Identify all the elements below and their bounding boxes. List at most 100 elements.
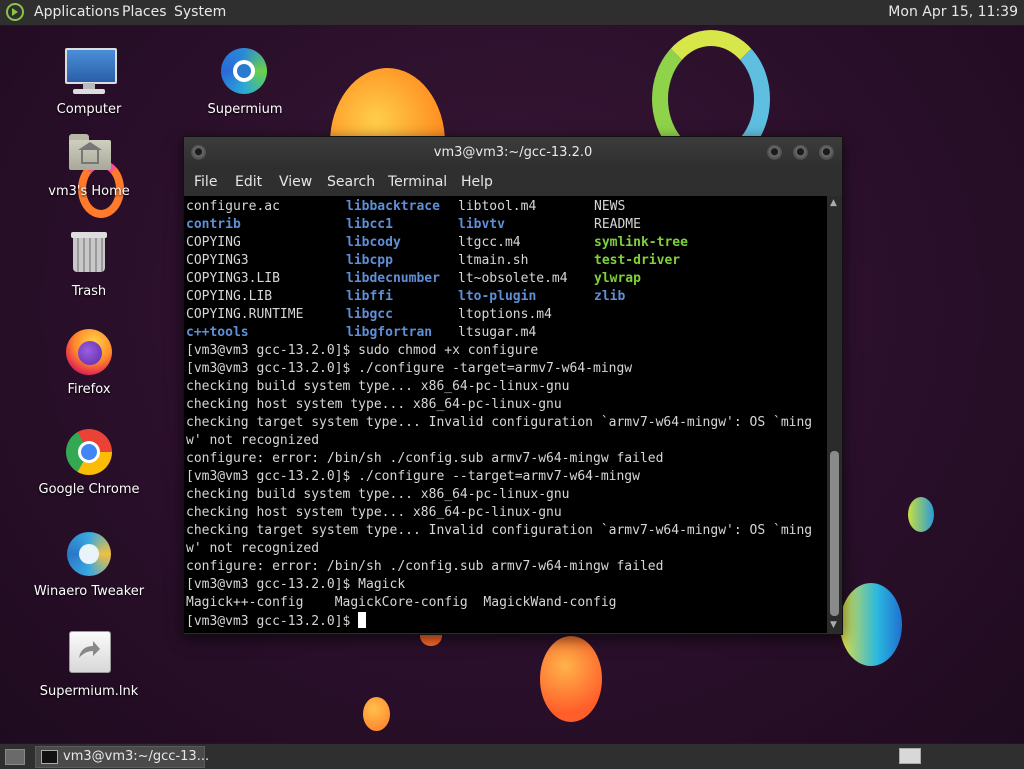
shortcut-icon xyxy=(63,628,115,680)
terminal-output-line: [vm3@vm3 gcc-13.2.0]$ ./configure --targ… xyxy=(186,469,640,484)
distro-logo-icon[interactable] xyxy=(6,3,24,21)
terminal-listing-entry: COPYING.LIB xyxy=(186,289,273,304)
terminal-prompt-line[interactable]: [vm3@vm3 gcc-13.2.0]$ xyxy=(186,612,367,630)
decor-small-orange-ball xyxy=(363,697,390,731)
computer-icon xyxy=(63,46,117,98)
maximize-button[interactable] xyxy=(793,145,808,160)
terminal-output-line: Magick++-config MagickCore-config Magick… xyxy=(186,595,617,610)
terminal-output-line: [vm3@vm3 gcc-13.2.0]$ Magick xyxy=(186,577,406,592)
terminal-listing-entry: symlink-tree xyxy=(594,235,688,250)
terminal-titlebar[interactable]: vm3@vm3:~/gcc-13.2.0 xyxy=(184,137,842,170)
desktop-icon-supermium-lnk[interactable]: Supermium.lnk xyxy=(29,628,149,699)
clock[interactable]: Mon Apr 15, 11:39 xyxy=(888,0,1018,25)
desktop-icon-computer[interactable]: Computer xyxy=(29,46,149,117)
terminal-scrollbar[interactable]: ▲ ▼ xyxy=(827,196,842,633)
minimize-button[interactable] xyxy=(767,145,782,160)
scrollbar-thumb[interactable] xyxy=(830,451,839,616)
terminal-listing-entry: libgfortran xyxy=(346,325,433,340)
terminal-listing-entry: NEWS xyxy=(594,199,626,214)
terminal-output-line: checking build system type... x86_64-pc-… xyxy=(186,487,570,502)
decor-orange-ball xyxy=(540,636,602,722)
close-button[interactable] xyxy=(819,145,834,160)
decor-blue-green-ball xyxy=(908,497,934,532)
show-desktop-icon[interactable] xyxy=(5,749,25,765)
menu-help[interactable]: Help xyxy=(461,174,493,190)
terminal-menubar: File Edit View Search Terminal Help xyxy=(184,170,842,196)
terminal-listing-entry: libdecnumber xyxy=(346,271,440,286)
desktop-icon-label: Supermium xyxy=(207,102,283,117)
desktop-icon-label: Firefox xyxy=(67,382,111,397)
system-menu[interactable]: System xyxy=(174,0,226,25)
terminal-listing-entry: libcc1 xyxy=(346,217,393,232)
chrome-icon xyxy=(63,426,115,478)
bottom-taskbar: vm3@vm3:~/gcc-13... xyxy=(0,743,1024,769)
top-panel: Applications Places System Mon Apr 15, 1… xyxy=(0,0,1024,26)
terminal-window[interactable]: vm3@vm3:~/gcc-13.2.0 File Edit View Sear… xyxy=(183,136,843,635)
terminal-listing-entry: COPYING3.LIB xyxy=(186,271,280,286)
desktop-icon-chrome[interactable]: Google Chrome xyxy=(29,426,149,497)
desktop-icon-firefox[interactable]: Firefox xyxy=(29,326,149,397)
terminal-listing-entry: COPYING3 xyxy=(186,253,249,268)
terminal-listing-entry: c++tools xyxy=(186,325,249,340)
desktop-icon-supermium[interactable]: Supermium xyxy=(185,46,305,117)
taskbar-window-label: vm3@vm3:~/gcc-13... xyxy=(63,749,210,764)
terminal-listing-entry: ltmain.sh xyxy=(458,253,529,268)
menu-edit[interactable]: Edit xyxy=(235,174,262,190)
window-title: vm3@vm3:~/gcc-13.2.0 xyxy=(433,145,593,160)
terminal-listing-entry: lto-plugin xyxy=(458,289,537,304)
terminal-listing-entry: libffi xyxy=(346,289,393,304)
terminal-listing-entry: COPYING.RUNTIME xyxy=(186,307,304,322)
applications-menu[interactable]: Applications xyxy=(34,0,120,25)
terminal-output-line: checking host system type... x86_64-pc-l… xyxy=(186,397,562,412)
scroll-down-icon[interactable]: ▼ xyxy=(830,620,837,630)
terminal-listing-entry: libbacktrace xyxy=(346,199,440,214)
decor-large-blue-ball xyxy=(840,583,902,666)
menu-terminal[interactable]: Terminal xyxy=(388,174,447,190)
terminal-output-line: configure: error: /bin/sh ./config.sub a… xyxy=(186,451,664,466)
menu-file[interactable]: File xyxy=(194,174,217,190)
terminal-listing-entry: libvtv xyxy=(458,217,505,232)
supermium-icon xyxy=(219,46,271,98)
workspace-switcher-icon[interactable] xyxy=(899,748,921,764)
desktop-icon-winaero-tweaker[interactable]: Winaero Tweaker xyxy=(29,528,149,599)
desktop-icon-label: Supermium.lnk xyxy=(39,684,139,699)
terminal-output-line: w' not recognized xyxy=(186,541,320,556)
taskbar-window-button[interactable]: vm3@vm3:~/gcc-13... xyxy=(35,746,209,768)
terminal-listing-entry: README xyxy=(594,217,641,232)
terminal-listing-entry: zlib xyxy=(594,289,626,304)
terminal-listing-entry: ltgcc.m4 xyxy=(458,235,521,250)
terminal-listing-entry: configure.ac xyxy=(186,199,280,214)
terminal-listing-entry: ylwrap xyxy=(594,271,641,286)
scroll-up-icon[interactable]: ▲ xyxy=(830,198,837,208)
terminal-prompt: [vm3@vm3 gcc-13.2.0]$ xyxy=(186,614,359,629)
desktop-icon-label: Trash xyxy=(71,284,107,299)
firefox-icon xyxy=(63,326,115,378)
terminal-output-line: checking target system type... Invalid c… xyxy=(186,415,813,430)
terminal-listing-entry: lt~obsolete.m4 xyxy=(458,271,568,286)
terminal-listing-entry: test-driver xyxy=(594,253,681,268)
desktop-icon-label: Google Chrome xyxy=(38,482,140,497)
winaero-tweaker-icon xyxy=(63,528,115,580)
desktop-icon-home[interactable]: vm3's Home xyxy=(29,128,149,199)
terminal-icon xyxy=(41,750,58,764)
window-menu-icon[interactable] xyxy=(191,145,206,160)
terminal-listing-entry: libcpp xyxy=(346,253,393,268)
terminal-output-line: w' not recognized xyxy=(186,433,320,448)
menu-search[interactable]: Search xyxy=(327,174,375,190)
trash-icon xyxy=(63,228,115,280)
desktop-icon-trash[interactable]: Trash xyxy=(29,228,149,299)
terminal-listing-entry: libtool.m4 xyxy=(458,199,537,214)
terminal-listing-entry: contrib xyxy=(186,217,241,232)
desktop-icon-label: Winaero Tweaker xyxy=(33,584,145,599)
terminal-output-line: configure: error: /bin/sh ./config.sub a… xyxy=(186,559,664,574)
places-menu[interactable]: Places xyxy=(122,0,167,25)
terminal-output-line: checking build system type... x86_64-pc-… xyxy=(186,379,570,394)
desktop-icon-label: Computer xyxy=(56,102,122,117)
terminal-output-line: [vm3@vm3 gcc-13.2.0]$ ./configure -targe… xyxy=(186,361,633,376)
menu-view[interactable]: View xyxy=(279,174,312,190)
terminal-cursor xyxy=(358,612,367,628)
terminal-listing-entry: libgcc xyxy=(346,307,393,322)
terminal-output-line: [vm3@vm3 gcc-13.2.0]$ sudo chmod +x conf… xyxy=(186,343,539,358)
terminal-output[interactable]: configure.ac libbacktrace libtool.m4 NEWS co… xyxy=(184,196,827,633)
desktop-icon-label: vm3's Home xyxy=(48,184,130,199)
